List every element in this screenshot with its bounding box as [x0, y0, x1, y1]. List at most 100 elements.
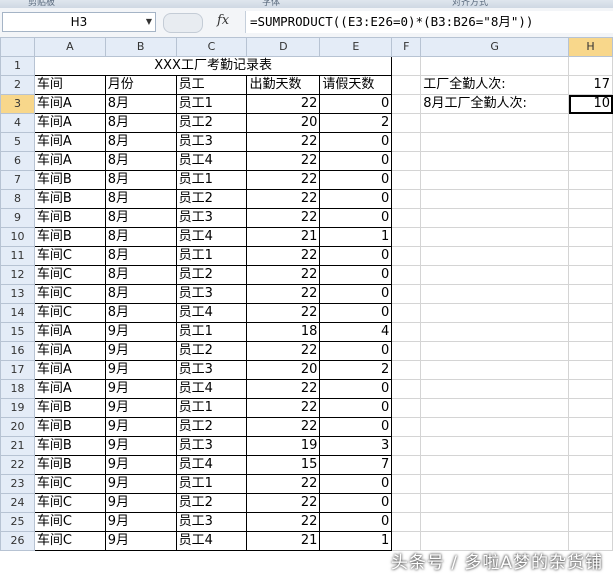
empty-cell[interactable]	[568, 303, 613, 323]
data-cell[interactable]: 员工3	[175, 360, 248, 380]
row-header[interactable]: 25	[0, 512, 35, 532]
empty-cell[interactable]	[568, 379, 613, 399]
data-cell[interactable]: 员工2	[175, 341, 248, 361]
data-cell[interactable]: 7	[319, 455, 393, 475]
row-header[interactable]: 23	[0, 474, 35, 494]
empty-cell[interactable]	[568, 322, 613, 342]
data-cell[interactable]: 2	[319, 113, 393, 133]
row-header[interactable]: 8	[0, 189, 35, 209]
data-cell[interactable]: 0	[319, 151, 393, 171]
empty-cell[interactable]	[568, 417, 613, 437]
header-cell[interactable]: 请假天数	[319, 75, 393, 95]
data-cell[interactable]: 22	[246, 132, 321, 152]
row-header[interactable]: 12	[0, 265, 35, 285]
data-cell[interactable]: 22	[246, 379, 321, 399]
formula-cancel-button[interactable]	[163, 13, 203, 33]
data-cell[interactable]: 0	[319, 474, 393, 494]
empty-cell[interactable]	[391, 474, 422, 494]
data-cell[interactable]: 8月	[104, 208, 177, 228]
data-cell[interactable]: 0	[319, 284, 393, 304]
data-cell[interactable]: 0	[319, 512, 393, 532]
data-cell[interactable]: 车间C	[33, 474, 106, 494]
empty-cell[interactable]	[391, 189, 422, 209]
data-cell[interactable]: 0	[319, 493, 393, 513]
data-cell[interactable]: 0	[319, 379, 393, 399]
data-cell[interactable]: 车间B	[33, 455, 106, 475]
data-cell[interactable]: 员工2	[175, 113, 248, 133]
data-cell[interactable]: 0	[319, 170, 393, 190]
data-cell[interactable]: 9月	[104, 531, 177, 551]
data-cell[interactable]: 车间A	[33, 341, 106, 361]
empty-cell[interactable]	[391, 284, 422, 304]
summary-label[interactable]: 8月工厂全勤人次:	[420, 94, 570, 114]
row-header[interactable]: 2	[0, 75, 35, 95]
select-all-corner[interactable]	[0, 37, 35, 57]
empty-cell[interactable]	[568, 512, 613, 532]
data-cell[interactable]: 车间A	[33, 322, 106, 342]
empty-cell[interactable]	[568, 227, 613, 247]
data-cell[interactable]: 车间B	[33, 436, 106, 456]
data-cell[interactable]: 车间A	[33, 113, 106, 133]
data-cell[interactable]: 22	[246, 303, 321, 323]
empty-cell[interactable]	[420, 246, 570, 266]
data-cell[interactable]: 0	[319, 189, 393, 209]
row-header[interactable]: 18	[0, 379, 35, 399]
data-cell[interactable]: 1	[319, 227, 393, 247]
row-header[interactable]: 15	[0, 322, 35, 342]
data-cell[interactable]: 22	[246, 417, 321, 437]
data-cell[interactable]: 22	[246, 493, 321, 513]
data-cell[interactable]: 员工1	[175, 246, 248, 266]
empty-cell[interactable]	[568, 455, 613, 475]
empty-cell[interactable]	[568, 246, 613, 266]
data-cell[interactable]: 员工1	[175, 94, 248, 114]
row-header[interactable]: 24	[0, 493, 35, 513]
empty-cell[interactable]	[391, 56, 422, 76]
data-cell[interactable]: 员工2	[175, 189, 248, 209]
data-cell[interactable]: 车间A	[33, 379, 106, 399]
data-cell[interactable]: 22	[246, 94, 321, 114]
data-cell[interactable]: 员工2	[175, 265, 248, 285]
empty-cell[interactable]	[568, 341, 613, 361]
empty-cell[interactable]	[568, 208, 613, 228]
data-cell[interactable]: 车间A	[33, 94, 106, 114]
header-cell[interactable]: 月份	[104, 75, 177, 95]
data-cell[interactable]: 车间B	[33, 208, 106, 228]
empty-cell[interactable]	[391, 303, 422, 323]
data-cell[interactable]: 车间C	[33, 284, 106, 304]
empty-cell[interactable]	[420, 398, 570, 418]
data-cell[interactable]: 8月	[104, 284, 177, 304]
row-header[interactable]: 7	[0, 170, 35, 190]
spreadsheet-grid[interactable]: A B C D E F G H 1 XXX工厂考勤记录表 2 车间 月份 员工 出勤天数 请假天数 工厂全勤人次…	[0, 37, 613, 551]
empty-cell[interactable]	[420, 455, 570, 475]
row-header[interactable]: 22	[0, 455, 35, 475]
data-cell[interactable]: 9月	[104, 379, 177, 399]
empty-cell[interactable]	[568, 189, 613, 209]
empty-cell[interactable]	[568, 170, 613, 190]
column-header-f[interactable]: F	[391, 37, 422, 57]
data-cell[interactable]: 员工2	[175, 417, 248, 437]
column-header-c[interactable]: C	[175, 37, 248, 57]
data-cell[interactable]: 22	[246, 512, 321, 532]
data-cell[interactable]: 车间A	[33, 132, 106, 152]
data-cell[interactable]: 2	[319, 360, 393, 380]
empty-cell[interactable]	[420, 417, 570, 437]
data-cell[interactable]: 22	[246, 246, 321, 266]
row-header[interactable]: 21	[0, 436, 35, 456]
data-cell[interactable]: 车间B	[33, 227, 106, 247]
data-cell[interactable]: 员工1	[175, 398, 248, 418]
data-cell[interactable]: 20	[246, 360, 321, 380]
data-cell[interactable]: 9月	[104, 474, 177, 494]
empty-cell[interactable]	[391, 208, 422, 228]
empty-cell[interactable]	[391, 512, 422, 532]
data-cell[interactable]: 8月	[104, 265, 177, 285]
data-cell[interactable]: 9月	[104, 322, 177, 342]
data-cell[interactable]: 8月	[104, 303, 177, 323]
data-cell[interactable]: 3	[319, 436, 393, 456]
data-cell[interactable]: 9月	[104, 493, 177, 513]
data-cell[interactable]: 8月	[104, 170, 177, 190]
selected-cell[interactable]: 10	[568, 94, 613, 114]
empty-cell[interactable]	[568, 436, 613, 456]
row-header[interactable]: 10	[0, 227, 35, 247]
data-cell[interactable]: 车间C	[33, 493, 106, 513]
empty-cell[interactable]	[420, 132, 570, 152]
